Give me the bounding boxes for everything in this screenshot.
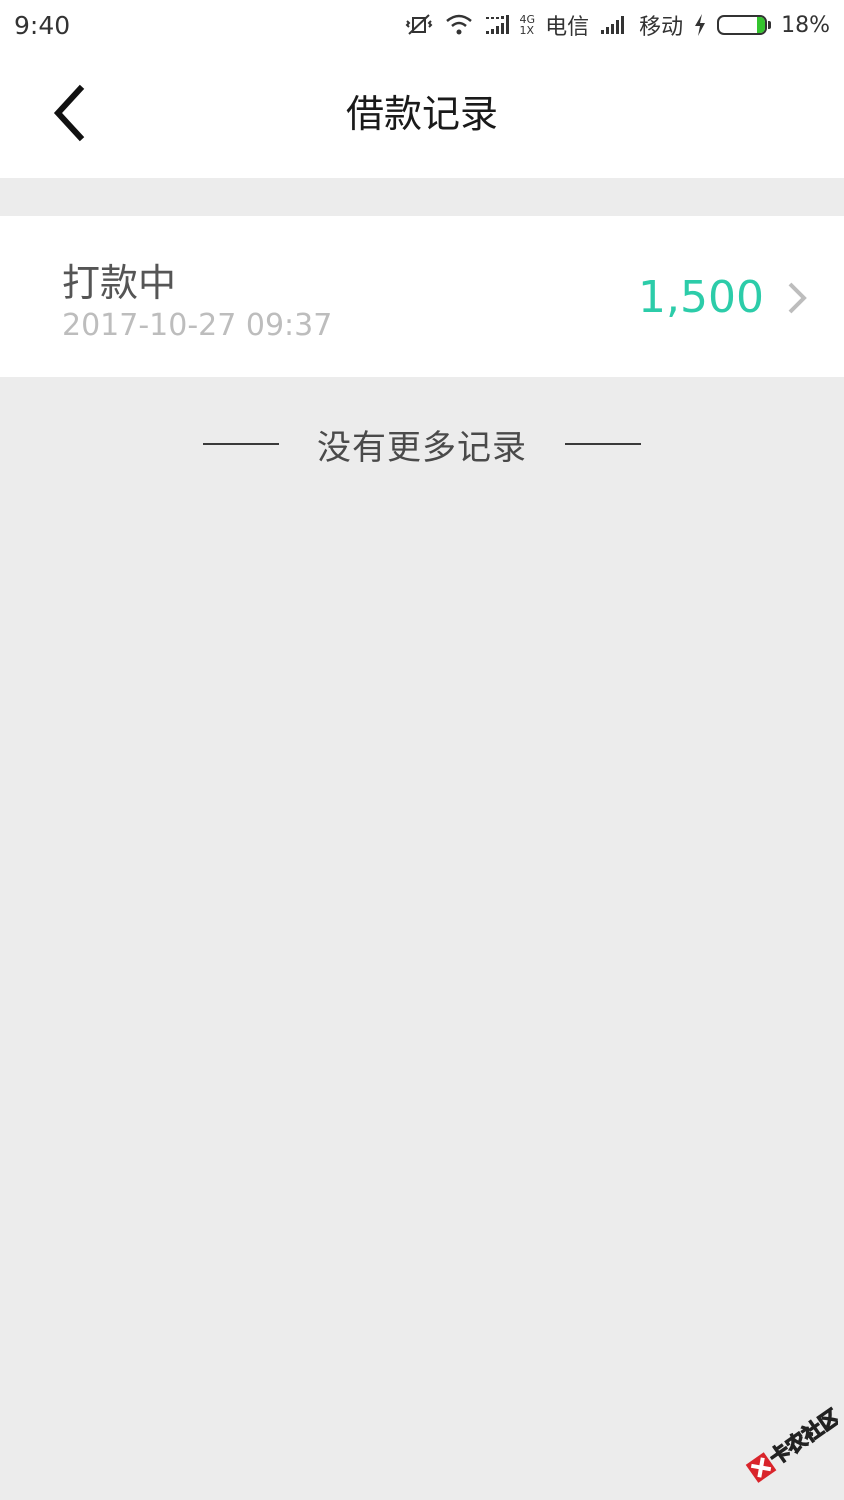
vibrate-off-icon xyxy=(404,12,434,38)
signal-icon-2 xyxy=(599,13,629,37)
status-bar: 9:40 4G 1X 电信 移动 18% xyxy=(0,0,844,50)
carrier-2: 移动 xyxy=(639,15,684,40)
divider-left xyxy=(203,443,279,445)
network-type-bottom: 1X xyxy=(519,24,535,37)
battery-percent: 18% xyxy=(781,12,830,38)
no-more-text: 没有更多记录 xyxy=(317,427,527,468)
page: 9:40 4G 1X 电信 移动 18% 借款记录 打款中 2017-10-27… xyxy=(0,0,844,1500)
divider-right xyxy=(565,443,641,445)
record-amount: 1,500 xyxy=(638,272,764,323)
status-time: 9:40 xyxy=(14,10,71,40)
chevron-right-icon xyxy=(788,282,807,314)
page-title: 借款记录 xyxy=(345,92,498,136)
watermark-logo: 卡农社区 xyxy=(745,1405,838,1483)
record-list-item[interactable]: 打款中 2017-10-27 09:37 1,500 xyxy=(0,216,844,377)
battery-icon xyxy=(717,15,772,35)
wifi-icon xyxy=(444,13,474,37)
charging-icon xyxy=(693,13,707,37)
network-type: 4G 1X xyxy=(520,14,536,36)
chevron-left-icon xyxy=(53,84,85,142)
back-button[interactable] xyxy=(40,80,100,146)
status-icons: 4G 1X 电信 移动 18% xyxy=(404,9,830,41)
record-time: 2017-10-27 09:37 xyxy=(62,308,333,343)
signal-icon xyxy=(484,13,514,37)
carrier-1: 电信 xyxy=(545,15,590,40)
svg-text:卡农社区: 卡农社区 xyxy=(765,1405,838,1470)
nav-bar: 借款记录 xyxy=(0,50,844,178)
record-status: 打款中 xyxy=(62,261,177,305)
no-more-records: 没有更多记录 xyxy=(0,420,844,468)
